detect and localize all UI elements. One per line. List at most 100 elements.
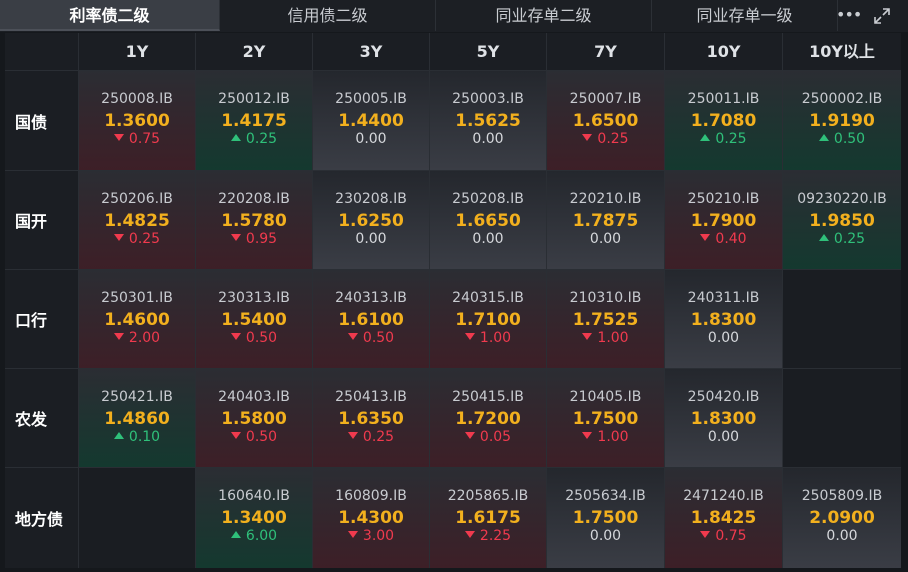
quote-cell[interactable]: 240315.IB 1.7100 1.00 [429, 269, 546, 368]
bond-code: 250003.IB [452, 91, 524, 107]
change-value: 0.00 [589, 231, 622, 247]
bond-code: 250208.IB [452, 191, 524, 207]
triangle-down-icon [464, 530, 475, 538]
bond-code: 250008.IB [101, 91, 173, 107]
quote-cell[interactable]: 250005.IB 1.4400 0.00 [312, 70, 429, 170]
yield-rate: 1.4400 [338, 111, 404, 131]
empty-cell [782, 368, 901, 467]
yield-rate: 1.4860 [104, 409, 170, 429]
row-header: 口行 [5, 269, 78, 368]
rate-change: 0.05 [430, 429, 546, 445]
quote-cell[interactable]: 210405.IB 1.7500 1.00 [546, 368, 664, 467]
quote-cell[interactable]: 160640.IB 1.3400 6.00 [195, 467, 312, 568]
expand-icon[interactable] [873, 7, 891, 25]
quote-cell[interactable]: 220208.IB 1.5780 0.95 [195, 170, 312, 269]
change-value: 0.95 [245, 231, 278, 247]
rate-change: 2.00 [79, 330, 195, 346]
change-value: 0.25 [597, 131, 629, 147]
tab-rate-bond-secondary[interactable]: 利率债二级 [0, 0, 220, 31]
bond-code: 240403.IB [218, 389, 290, 405]
rate-change: 0.10 [79, 429, 195, 445]
tab-ncd-secondary[interactable]: 同业存单二级 [436, 0, 652, 31]
quote-cell[interactable]: 230313.IB 1.5400 0.50 [195, 269, 312, 368]
triangle-up-icon [230, 133, 241, 141]
yield-rate: 1.7500 [572, 508, 639, 528]
change-value: 0.00 [472, 131, 504, 147]
column-header-1y: 1Y [78, 33, 195, 70]
change-value: 0.05 [479, 429, 512, 445]
quote-cell[interactable]: 250003.IB 1.5625 0.00 [429, 70, 546, 170]
quote-cell[interactable]: 250206.IB 1.4825 0.25 [78, 170, 195, 269]
quote-cell[interactable]: 240403.IB 1.5800 0.50 [195, 368, 312, 467]
yield-rate: 1.6350 [338, 409, 404, 429]
quote-cell[interactable]: 250420.IB 1.8300 0.00 [664, 368, 782, 467]
yield-rate: 1.8425 [690, 508, 757, 528]
rate-change: 0.25 [313, 429, 429, 445]
yield-rate: 1.9190 [809, 111, 875, 131]
yield-rate: 1.6650 [455, 211, 521, 231]
bond-code: 250206.IB [101, 191, 173, 207]
rate-change: 0.95 [196, 231, 312, 247]
quote-cell[interactable]: 2205865.IB 1.6175 2.25 [429, 467, 546, 568]
change-value: 6.00 [245, 528, 278, 544]
column-header-10y: 10Y [664, 33, 782, 70]
rate-change: 0.00 [783, 528, 901, 544]
quote-cell[interactable]: 210310.IB 1.7525 1.00 [546, 269, 664, 368]
quote-cell[interactable]: 2505634.IB 1.7500 0.00 [546, 467, 664, 568]
triangle-down-icon [347, 332, 358, 340]
triangle-up-icon [818, 233, 829, 241]
triangle-down-icon [582, 332, 593, 340]
change-value: 0.00 [826, 528, 858, 544]
yield-rate: 1.7900 [690, 211, 757, 231]
bond-code: 230208.IB [335, 191, 407, 207]
column-header-7y: 7Y [546, 33, 664, 70]
tab-ncd-primary[interactable]: 同业存单一级 [652, 0, 838, 31]
bond-code: 160809.IB [335, 488, 407, 504]
change-value: 0.50 [362, 330, 395, 346]
quote-cell[interactable]: 2471240.IB 1.8425 0.75 [664, 467, 782, 568]
quote-cell[interactable]: 160809.IB 1.4300 3.00 [312, 467, 429, 568]
change-value: 3.00 [362, 528, 395, 544]
change-value: 2.00 [128, 330, 161, 346]
quote-cell[interactable]: 250008.IB 1.3600 0.75 [78, 70, 195, 170]
triangle-up-icon [818, 133, 829, 141]
quote-cell[interactable]: 230208.IB 1.6250 0.00 [312, 170, 429, 269]
change-value: 0.00 [707, 330, 740, 346]
triangle-down-icon [464, 431, 475, 439]
change-value: 1.00 [597, 330, 629, 346]
ellipsis-icon[interactable]: ••• [836, 0, 862, 31]
bond-code: 250420.IB [687, 389, 760, 405]
triangle-down-icon [230, 431, 241, 439]
quote-cell[interactable]: 250421.IB 1.4860 0.10 [78, 368, 195, 467]
yield-rate: 1.6175 [455, 508, 521, 528]
triangle-up-icon [230, 530, 241, 538]
quote-cell[interactable]: 250301.IB 1.4600 2.00 [78, 269, 195, 368]
quote-cell[interactable]: 250208.IB 1.6650 0.00 [429, 170, 546, 269]
change-value: 0.50 [833, 131, 866, 147]
quote-cell[interactable]: 250413.IB 1.6350 0.25 [312, 368, 429, 467]
change-value: 0.10 [128, 429, 161, 445]
bond-code: 250210.IB [687, 191, 760, 207]
quote-cell[interactable]: 250012.IB 1.4175 0.25 [195, 70, 312, 170]
rate-change: 6.00 [196, 528, 312, 544]
triangle-down-icon [347, 431, 358, 439]
yield-rate: 1.6250 [338, 211, 404, 231]
quote-cell[interactable]: 2505809.IB 2.0900 0.00 [782, 467, 901, 568]
quote-cell[interactable]: 220210.IB 1.7875 0.00 [546, 170, 664, 269]
quote-cell[interactable]: 250415.IB 1.7200 0.05 [429, 368, 546, 467]
change-value: 0.25 [833, 231, 866, 247]
bond-code: 240313.IB [335, 290, 407, 306]
bond-code: 250012.IB [218, 91, 290, 107]
change-value: 0.40 [715, 231, 747, 247]
rate-change: 0.40 [665, 231, 782, 247]
quote-cell[interactable]: 250011.IB 1.7080 0.25 [664, 70, 782, 170]
quote-cell[interactable]: 250007.IB 1.6500 0.25 [546, 70, 664, 170]
quote-cell[interactable]: 240313.IB 1.6100 0.50 [312, 269, 429, 368]
change-value: 1.00 [479, 330, 512, 346]
tab-credit-bond-secondary[interactable]: 信用债二级 [220, 0, 436, 31]
quote-cell[interactable]: 2500002.IB 1.9190 0.50 [782, 70, 901, 170]
quote-cell[interactable]: 240311.IB 1.8300 0.00 [664, 269, 782, 368]
quote-cell[interactable]: 09230220.IB 1.9850 0.25 [782, 170, 901, 269]
triangle-down-icon [113, 233, 124, 241]
quote-cell[interactable]: 250210.IB 1.7900 0.40 [664, 170, 782, 269]
